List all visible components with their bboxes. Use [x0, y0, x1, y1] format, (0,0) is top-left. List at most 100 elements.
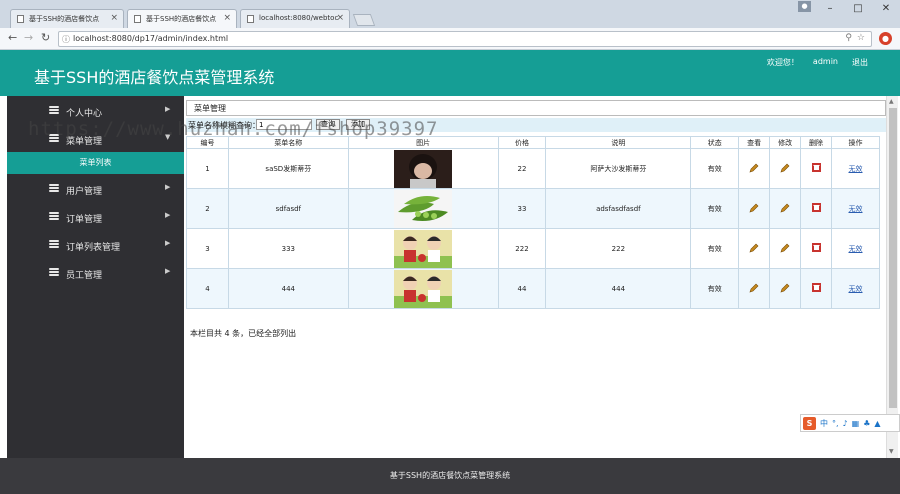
toggle-status-link[interactable]: 无效: [849, 205, 863, 213]
maximize-icon[interactable]: □: [844, 0, 872, 18]
cell-price: 33: [497, 188, 547, 229]
url-input[interactable]: ⓘ localhost:8080/dp17/admin/index.html ⚲…: [58, 31, 872, 47]
cell-status: 有效: [690, 148, 740, 189]
sidebar-item-label: 订单列表管理: [66, 243, 121, 253]
toggle-status-link[interactable]: 无效: [849, 285, 863, 293]
logout-link[interactable]: 退出: [852, 57, 868, 68]
delete-icon[interactable]: [811, 243, 821, 254]
sidebar-item-staff[interactable]: 员工管理 ▶: [7, 260, 184, 288]
pencil-icon[interactable]: [780, 203, 790, 215]
ime-logo-icon[interactable]: S: [803, 416, 816, 430]
cell-image: [347, 188, 499, 229]
table-row: 1 saSD发斯蒂芬 22 阿萨大沙发斯蒂芬 有效 无效: [186, 148, 880, 189]
sidebar-item-label: 员工管理: [66, 271, 103, 281]
sidebar-item-orders[interactable]: 订单管理 ▶: [7, 204, 184, 232]
col-header: 状态: [690, 136, 740, 149]
pencil-icon[interactable]: [780, 243, 790, 255]
tools-icon[interactable]: ▲: [874, 419, 880, 428]
ime-lang[interactable]: 中: [820, 418, 828, 429]
cell-id: 2: [186, 188, 229, 229]
sidebar-item-order-list[interactable]: 订单列表管理 ▶: [7, 232, 184, 260]
info-icon[interactable]: ⓘ: [62, 34, 70, 45]
keyboard-icon[interactable]: ▦: [852, 419, 860, 428]
delete-icon[interactable]: [811, 163, 821, 174]
skin-icon[interactable]: ♣: [863, 419, 870, 428]
bookmark-star-icon[interactable]: ☆: [857, 33, 865, 43]
col-header: 查看: [738, 136, 771, 149]
main-content: 菜单管理 菜单名称模糊查询： 查询 添加 编号 菜单名称 图片 价格 说明 状态…: [184, 96, 886, 458]
window-controls: – □ ✕: [816, 0, 900, 18]
stack-icon: [49, 268, 59, 277]
pencil-icon[interactable]: [749, 203, 759, 215]
breadcrumb: 菜单管理: [186, 100, 886, 116]
microphone-icon[interactable]: ♪: [843, 419, 848, 428]
delete-cell: [800, 188, 833, 229]
chevron-right-icon: ▶: [165, 211, 171, 219]
toggle-status-link[interactable]: 无效: [849, 245, 863, 253]
reload-icon[interactable]: ↻: [41, 31, 50, 44]
col-header: 价格: [497, 136, 547, 149]
back-icon[interactable]: ←: [8, 31, 17, 44]
close-tab-icon[interactable]: ×: [110, 13, 118, 23]
pencil-icon[interactable]: [780, 163, 790, 175]
close-window-icon[interactable]: ✕: [872, 0, 900, 18]
col-header: 操作: [831, 136, 880, 149]
cell-op: 无效: [831, 148, 880, 189]
cell-name: saSD发斯蒂芬: [227, 148, 349, 189]
cell-price: 222: [497, 228, 547, 269]
key-icon[interactable]: ⚲: [845, 33, 852, 43]
sidebar-subitem-menu-list[interactable]: 菜单列表: [7, 152, 184, 174]
cell-id: 1: [186, 148, 229, 189]
cell-id: 4: [186, 268, 229, 309]
new-tab-button[interactable]: [352, 14, 376, 26]
col-header: 删除: [800, 136, 833, 149]
sidebar: 个人中心 ▶ 菜单管理 ▼ 菜单列表 用户管理 ▶ 订单管理 ▶ 订单列表管理 …: [7, 96, 184, 458]
browser-tab-1[interactable]: 基于SSH的酒店餐饮点 ×: [10, 9, 124, 28]
sidebar-item-users[interactable]: 用户管理 ▶: [7, 176, 184, 204]
scroll-thumb[interactable]: [889, 108, 897, 408]
minimize-icon[interactable]: –: [816, 0, 844, 18]
toggle-status-link[interactable]: 无效: [849, 165, 863, 173]
table-row: 4 444 44 444 有效 无效: [186, 268, 880, 309]
scroll-up-icon[interactable]: ▲: [889, 98, 894, 105]
table-row: 2 sdfasdf 33 adsfasdfasdf 有效 无效: [186, 188, 880, 229]
extension-icon[interactable]: ●: [879, 32, 892, 45]
browser-tab-3[interactable]: localhost:8080/webtoc ×: [240, 9, 350, 28]
profile-icon[interactable]: ●: [798, 1, 811, 12]
address-bar: ← → ↻ ⓘ localhost:8080/dp17/admin/index.…: [0, 28, 900, 50]
view-cell: [738, 228, 771, 269]
header-links: 欢迎您！ admin 退出: [767, 57, 868, 68]
app-title: 基于SSH的酒店餐饮点菜管理系统: [34, 68, 275, 87]
stack-icon: [49, 184, 59, 193]
forward-icon[interactable]: →: [24, 31, 33, 44]
scrollbar[interactable]: ▲ ▼: [886, 96, 898, 458]
welcome-text: 欢迎您！: [766, 58, 799, 67]
cell-desc: 阿萨大沙发斯蒂芬: [545, 148, 692, 189]
username-link[interactable]: admin: [813, 57, 838, 68]
scroll-down-icon[interactable]: ▼: [889, 448, 894, 455]
ime-toolbar: S 中 °, ♪ ▦ ♣ ▲: [800, 414, 900, 432]
delete-icon[interactable]: [811, 283, 821, 294]
view-cell: [738, 268, 771, 309]
cell-name: 333: [227, 228, 349, 269]
close-tab-icon[interactable]: ×: [336, 13, 344, 23]
menu-table: 编号 菜单名称 图片 价格 说明 状态 查看 修改 删除 操作 1 saSD发斯…: [186, 136, 880, 309]
cell-status: 有效: [690, 188, 740, 229]
cell-desc: adsfasdfasdf: [545, 188, 692, 229]
chevron-right-icon: ▶: [165, 267, 171, 275]
close-tab-icon[interactable]: ×: [223, 13, 231, 23]
delete-icon[interactable]: [811, 203, 821, 214]
page-icon: [247, 15, 254, 23]
punctuation-icon[interactable]: °,: [832, 419, 839, 428]
pencil-icon[interactable]: [749, 163, 759, 175]
chevron-right-icon: ▶: [165, 239, 171, 247]
pencil-icon[interactable]: [749, 243, 759, 255]
pencil-icon[interactable]: [749, 283, 759, 295]
chevron-right-icon: ▶: [165, 183, 171, 191]
pencil-icon[interactable]: [780, 283, 790, 295]
dish-image: [394, 149, 453, 188]
col-header: 说明: [545, 136, 692, 149]
cell-price: 22: [497, 148, 547, 189]
tab-title: 基于SSH的酒店餐饮点: [29, 15, 100, 23]
browser-tab-2[interactable]: 基于SSH的酒店餐饮点 ×: [127, 9, 237, 28]
